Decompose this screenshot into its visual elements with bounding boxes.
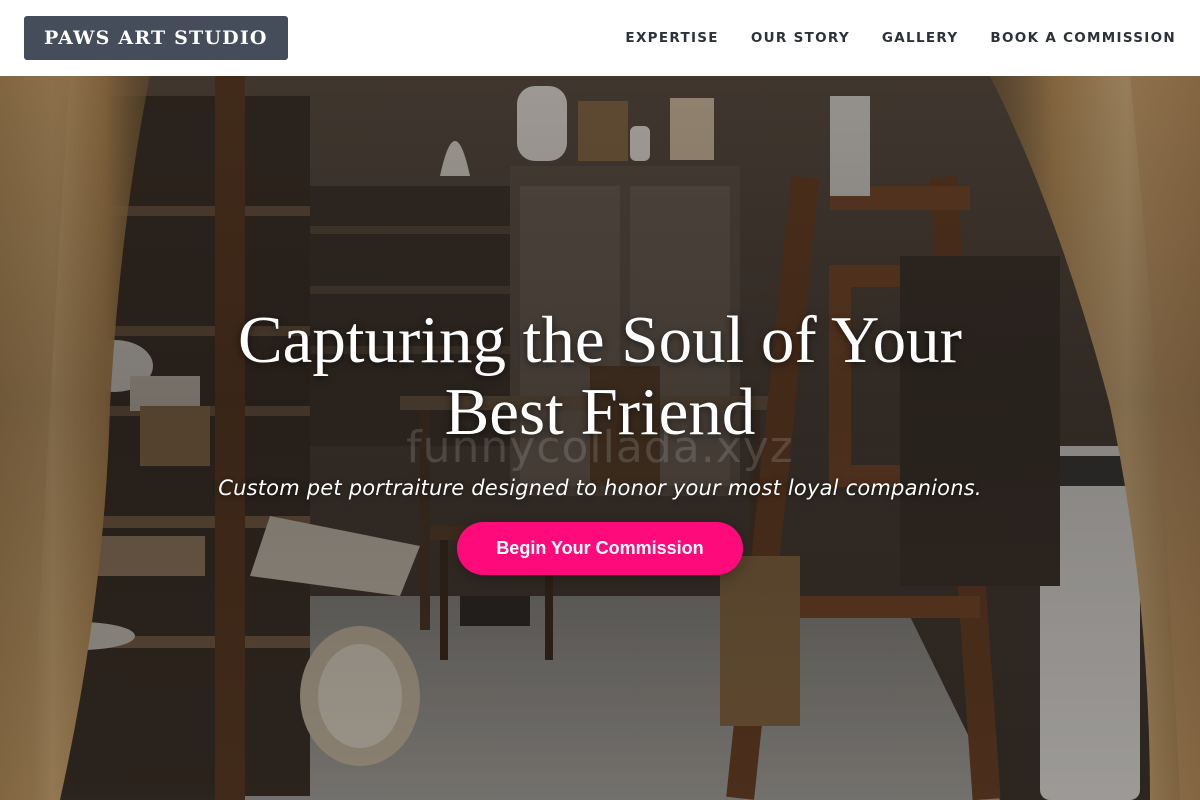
nav-link-gallery[interactable]: GALLERY [882,30,959,46]
begin-commission-button[interactable]: Begin Your Commission [457,522,743,575]
brand-logo[interactable]: PAWS ART STUDIO [24,16,288,60]
nav-link-expertise[interactable]: EXPERTISE [625,30,718,46]
hero-subtitle: Custom pet portraiture designed to honor… [218,476,982,500]
main-nav: EXPERTISE OUR STORY GALLERY BOOK A COMMI… [625,30,1176,46]
hero-content: Capturing the Soul of Your Best Friend C… [0,76,1200,800]
hero-title: Capturing the Soul of Your Best Friend [237,303,962,449]
hero-section: funnycollada.xyz Capturing the Soul of Y… [0,76,1200,800]
site-header: PAWS ART STUDIO EXPERTISE OUR STORY GALL… [0,0,1200,76]
nav-link-our-story[interactable]: OUR STORY [751,30,850,46]
nav-link-book-a-commission[interactable]: BOOK A COMMISSION [990,30,1176,46]
